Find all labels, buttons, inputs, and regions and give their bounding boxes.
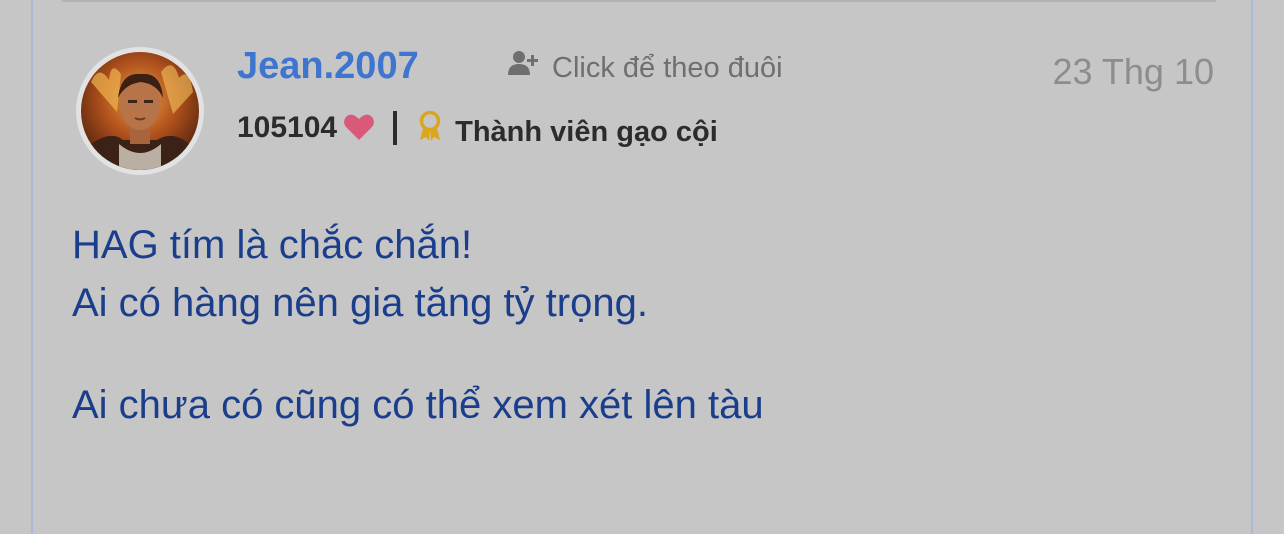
top-divider [62, 0, 1216, 2]
post-content-line: Ai có hàng nên gia tăng tỷ trọng. [72, 281, 648, 325]
user-plus-icon [508, 50, 538, 84]
stats-separator [393, 111, 398, 145]
author-username[interactable]: Jean.2007 [237, 44, 419, 88]
post-card: Jean.2007 Click để theo đuôi 23 Thg 10 1… [0, 0, 1284, 534]
card-left-border [31, 0, 33, 534]
avatar[interactable] [76, 47, 204, 175]
follow-button[interactable]: Click để theo đuôi [508, 50, 783, 84]
avatar-image [81, 52, 199, 170]
post-content: HAG tím là chắc chắn! Ai có hàng nên gia… [72, 216, 764, 434]
post-content-line: HAG tím là chắc chắn! [72, 223, 473, 267]
post-content-line: Ai chưa có cũng có thể xem xét lên tàu [72, 383, 764, 427]
card-right-border [1251, 0, 1253, 534]
author-stats: 105104 Thành viên gạo cội [237, 108, 718, 148]
follow-label: Click để theo đuôi [552, 51, 783, 84]
award-ribbon-icon [417, 110, 443, 147]
heart-icon [343, 113, 375, 146]
author-points: 105104 [237, 111, 338, 144]
post-date[interactable]: 23 Thg 10 [1053, 52, 1214, 92]
author-rank: Thành viên gạo cội [455, 115, 718, 148]
